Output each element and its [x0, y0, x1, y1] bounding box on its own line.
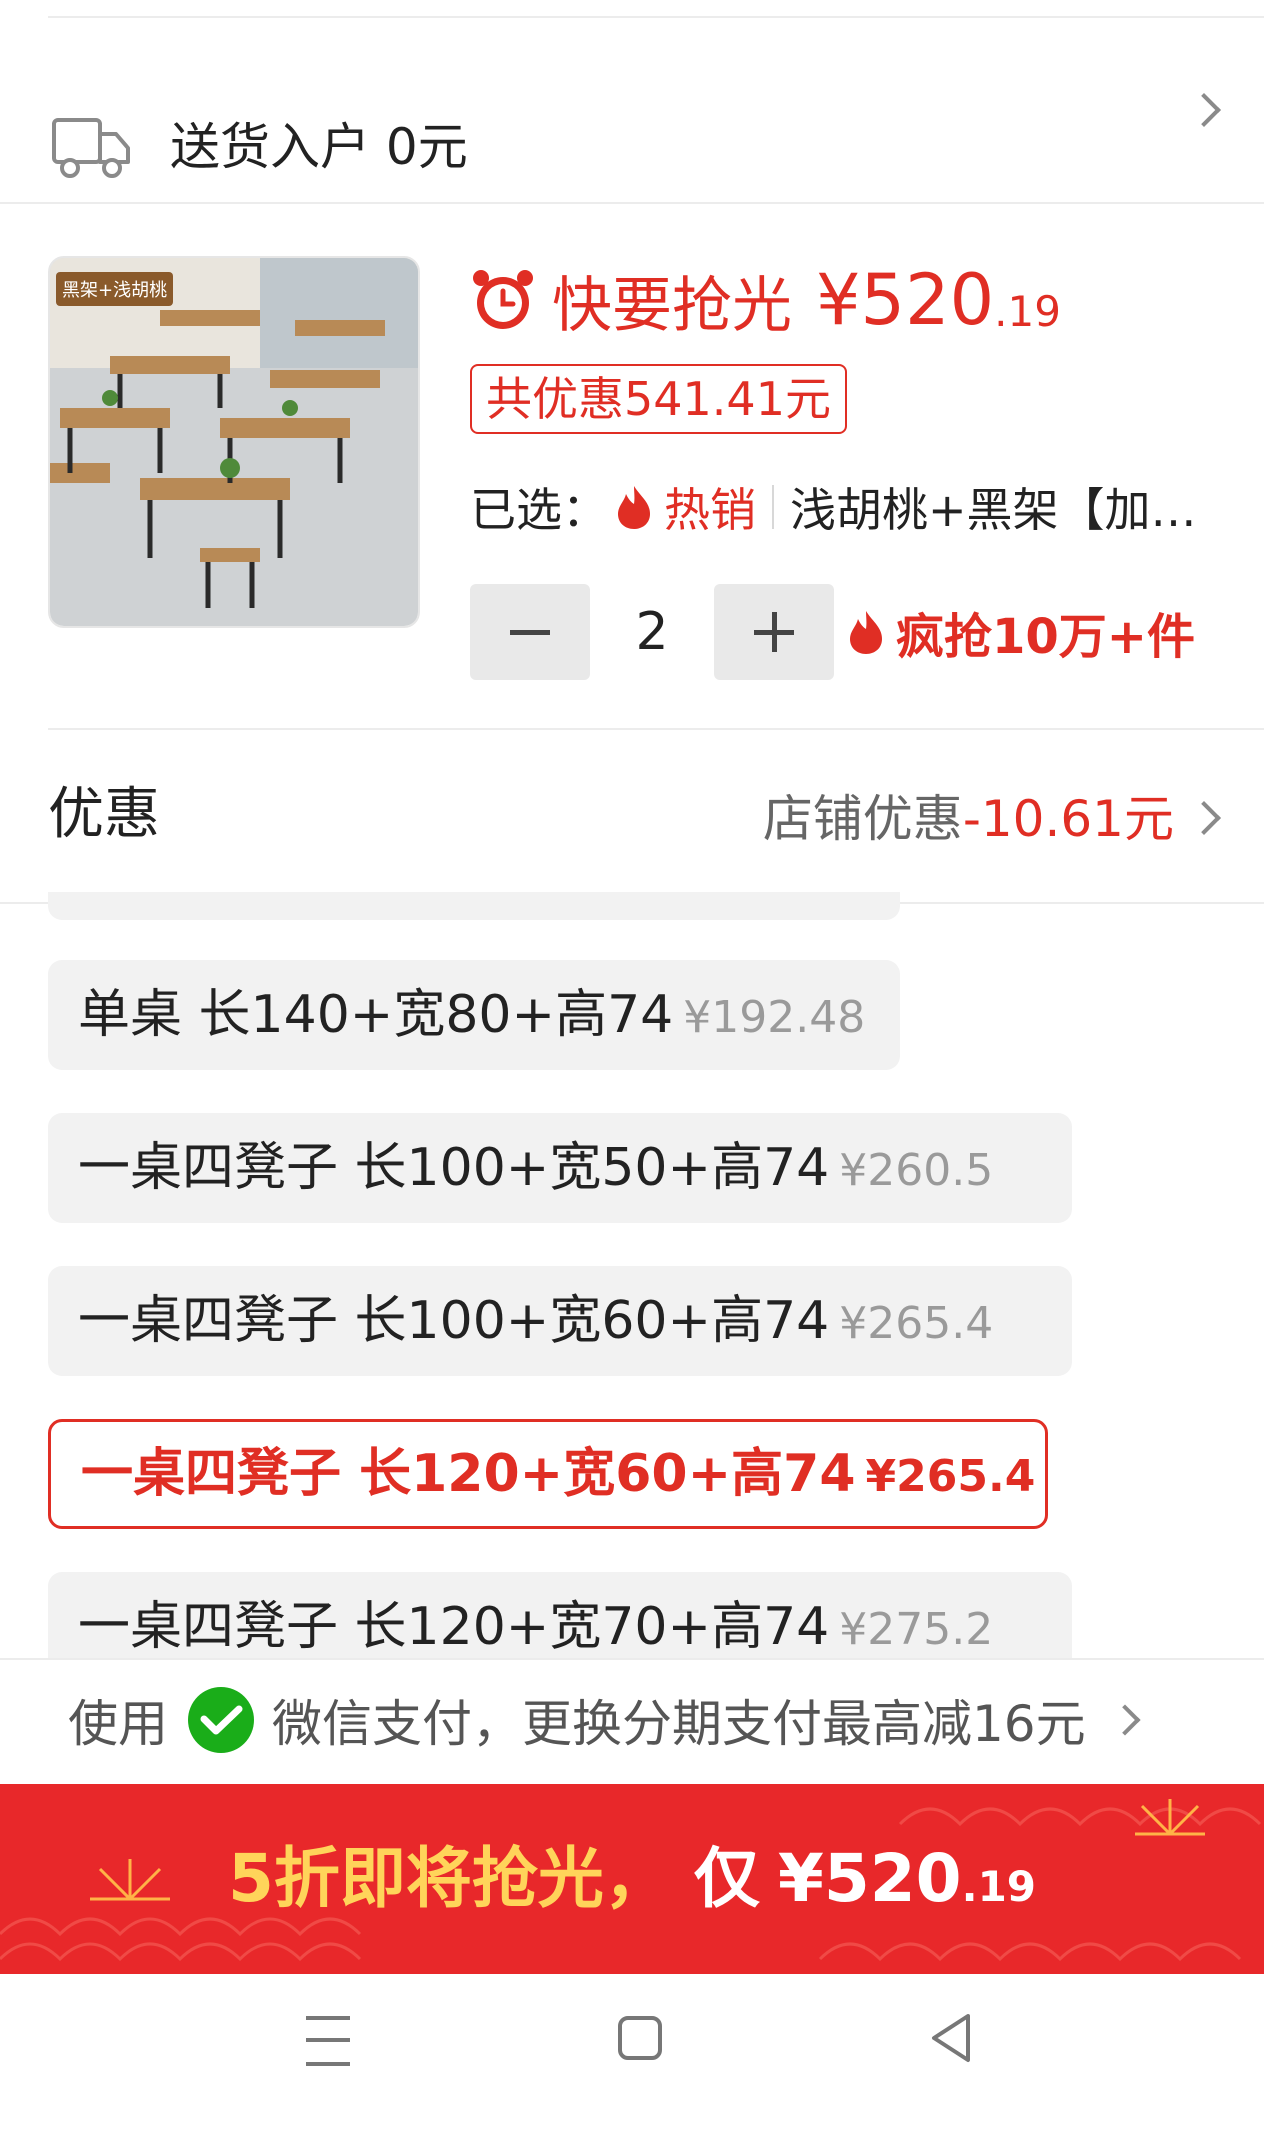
total-discount-badge: 共优惠541.41元: [470, 364, 847, 434]
plus-icon: [754, 612, 794, 652]
banner-price-decimal: .19: [961, 1862, 1037, 1911]
option-price: ¥265.4: [865, 1451, 1036, 1502]
option-price: ¥260.5: [839, 1145, 994, 1196]
system-nav-bar: [0, 1974, 1264, 2145]
wechat-pay-icon: [188, 1687, 254, 1753]
option-partial[interactable]: [48, 892, 900, 920]
option-label: 一桌四凳子 长100+宽60+高74: [78, 1291, 830, 1351]
discount-row[interactable]: 优惠 店铺优惠-10.61元: [0, 760, 1264, 870]
sales-badge: 疯抢10万+件: [846, 594, 1195, 670]
shop-discount-amount: -10.61元: [962, 790, 1174, 848]
minus-icon: [510, 630, 550, 635]
price-main: ¥520: [816, 259, 995, 341]
menu-icon[interactable]: [306, 2016, 350, 2068]
alarm-clock-icon: [473, 270, 533, 329]
product-divider: [48, 728, 1264, 730]
chevron-right-icon: [1187, 801, 1221, 835]
option-label: 一桌四凳子 长120+宽70+高74: [78, 1597, 830, 1657]
option-item[interactable]: 一桌四凳子 长100+宽50+高74 ¥260.5: [48, 1113, 1072, 1223]
chevron-right-icon: [1109, 1704, 1141, 1736]
product-image: [50, 258, 418, 626]
quantity-increase-button[interactable]: [714, 584, 834, 680]
quantity-decrease-button[interactable]: [470, 584, 590, 680]
option-price: ¥265.4: [839, 1298, 994, 1349]
banner-only: 仅: [693, 1840, 760, 1917]
flame-icon: [850, 611, 882, 654]
selected-spec[interactable]: 已选： 热销 浅胡桃+黑架【加…: [470, 472, 1230, 542]
delivery-divider: [0, 202, 1264, 204]
promo-banner-text: 5折即将抢光， 仅 ¥520.19: [0, 1784, 1264, 1974]
payment-method: 微信支付，更换分期支付最高减16元: [272, 1695, 1086, 1753]
option-price: ¥192.48: [683, 992, 866, 1043]
option-item[interactable]: 一桌四凳子 长120+宽70+高74 ¥275.2: [48, 1572, 1072, 1660]
option-item[interactable]: 一桌四凳子 长100+宽60+高74 ¥265.4: [48, 1266, 1072, 1376]
option-label: 一桌四凳子 长120+宽60+高74: [81, 1444, 856, 1504]
banner-slogan: 5折即将抢光，: [227, 1840, 670, 1917]
back-icon[interactable]: [928, 2012, 972, 2064]
option-item[interactable]: 单桌 长140+宽80+高74 ¥192.48: [48, 960, 900, 1070]
shop-discount-label: 店铺优惠: [762, 790, 963, 848]
payment-prefix: 使用: [68, 1695, 168, 1753]
selected-value: 浅胡桃+黑架【加…: [790, 483, 1197, 537]
delivery-text: 送货入户 0元: [170, 118, 468, 176]
truck-icon: [52, 118, 130, 178]
banner-price-main: ¥520: [777, 1840, 962, 1917]
option-label: 一桌四凳子 长100+宽50+高74: [78, 1138, 830, 1198]
option-label: 单桌 长140+宽80+高74: [78, 985, 674, 1045]
payment-row[interactable]: 使用 微信支付，更换分期支付最高减16元: [0, 1660, 1264, 1780]
price-line: 快要抢光 ¥520 .19: [470, 259, 1061, 341]
image-tag: 黑架+浅胡桃: [56, 272, 174, 306]
option-item-selected[interactable]: 一桌四凳子 长120+宽60+高74 ¥265.4: [48, 1419, 1048, 1529]
home-icon[interactable]: [618, 2016, 662, 2060]
chevron-right-icon: [1187, 93, 1221, 127]
selected-prefix: 已选：: [470, 483, 608, 537]
quantity-value[interactable]: 2: [600, 584, 704, 680]
top-divider: [48, 16, 1264, 18]
urgency-label: 快要抢光: [552, 270, 792, 341]
promo-banner[interactable]: 5折即将抢光， 仅 ¥520.19: [0, 1784, 1264, 1974]
flame-icon: [618, 486, 650, 529]
delivery-row[interactable]: 送货入户 0元: [0, 40, 1264, 180]
separator: [772, 485, 774, 529]
hot-label: 热销: [664, 483, 756, 537]
discount-title: 优惠: [48, 782, 160, 847]
sales-badge-text: 疯抢10万+件: [896, 609, 1196, 665]
shop-discount: 店铺优惠-10.61元: [763, 784, 1174, 854]
option-price: ¥275.2: [839, 1604, 994, 1655]
product-thumbnail[interactable]: 黑架+浅胡桃: [48, 256, 420, 628]
price-decimal: .19: [994, 286, 1061, 336]
